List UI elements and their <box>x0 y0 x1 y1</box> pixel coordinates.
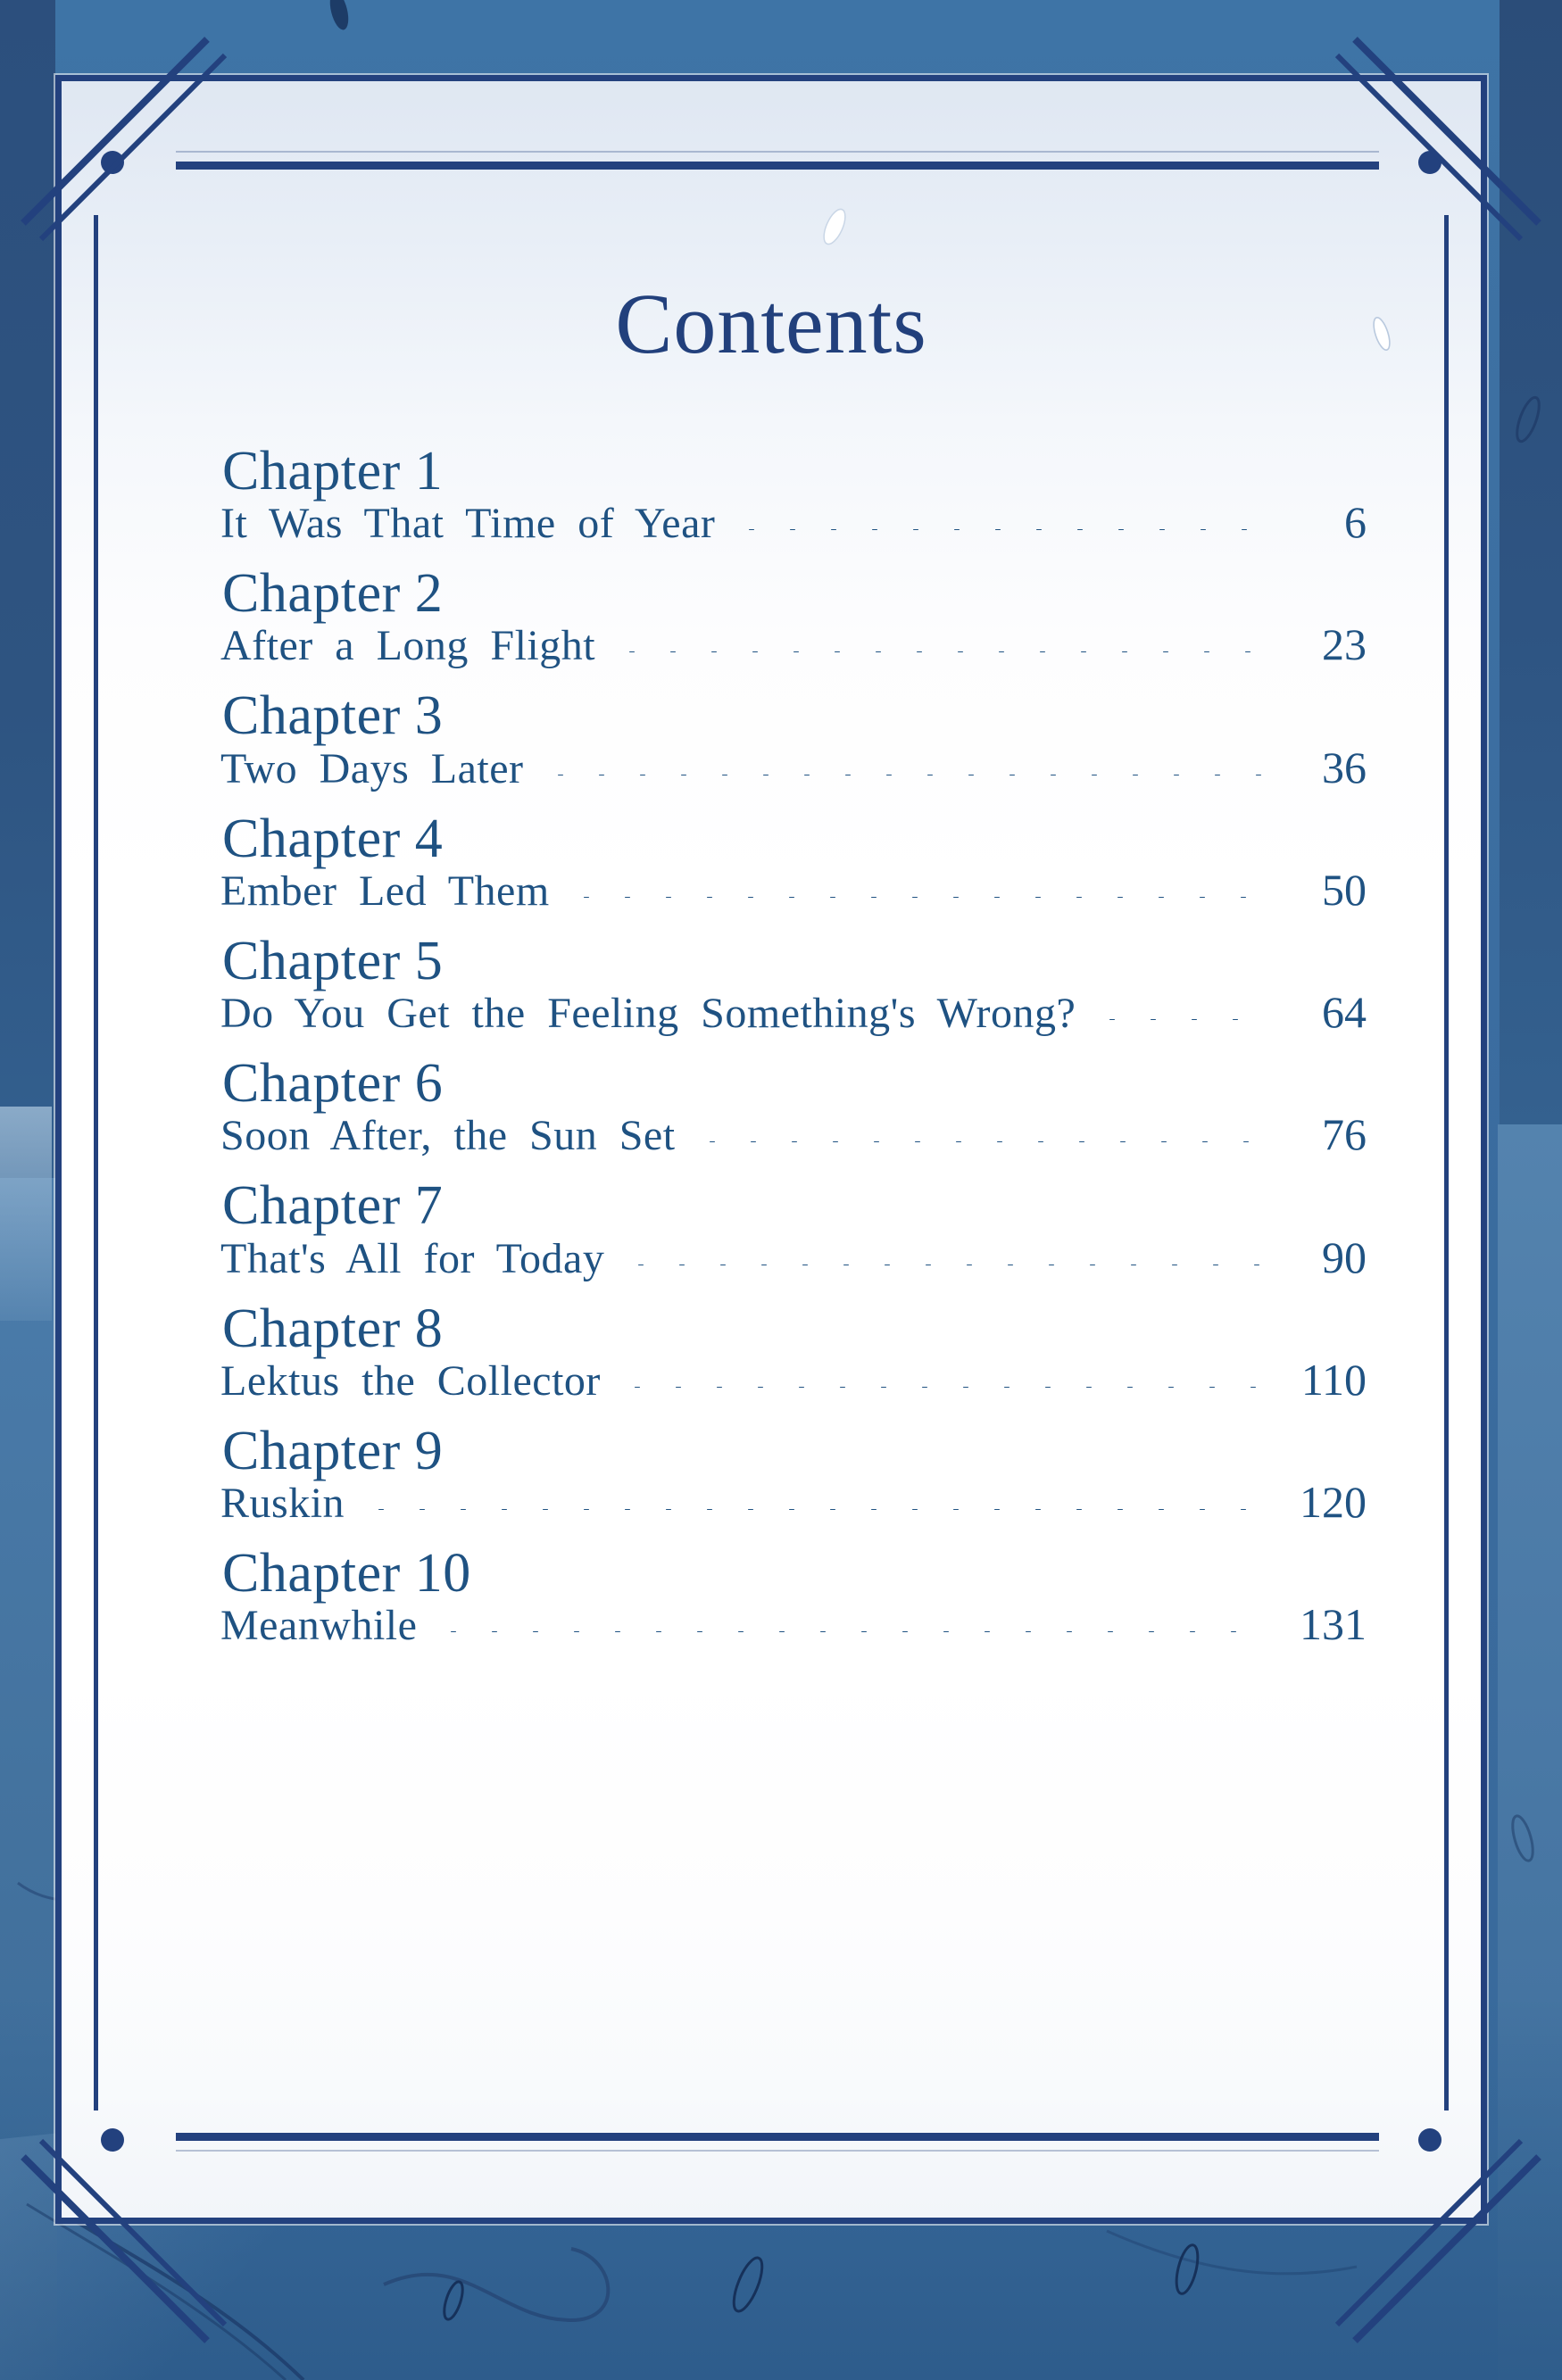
chapter-label: Chapter 2 <box>222 563 444 625</box>
top-hairline <box>176 151 1379 153</box>
chapter-title-row: Meanwhile 131 <box>220 1598 1367 1650</box>
chapter-title-row: Ruskin 120 <box>220 1476 1367 1528</box>
chapter-entry[interactable]: Chapter 3 Two Days Later 36 <box>220 688 1367 792</box>
chapter-label: Chapter 3 <box>222 685 444 747</box>
background-left-highlight <box>0 1107 52 1321</box>
dot-leader <box>433 1631 1268 1633</box>
chapter-subtitle: After a Long Flight <box>220 622 596 670</box>
chapter-subtitle: Two Days Later <box>220 744 524 792</box>
chapter-entry[interactable]: Chapter 8 Lektus the Collector 110 <box>220 1298 1367 1406</box>
contents-card: Contents Chapter 1 It Was That Time of Y… <box>55 75 1487 2224</box>
corner-dot-top-left <box>101 151 124 174</box>
page-number: 110 <box>1300 1354 1367 1405</box>
page-number: 64 <box>1322 987 1367 1038</box>
chapter-subtitle: Do You Get the Feeling Something's Wrong… <box>220 990 1076 1038</box>
chapter-subtitle: Soon After, the Sun Set <box>220 1112 676 1160</box>
chapter-subtitle: Ember Led Them <box>220 867 550 915</box>
chapter-subtitle: Lektus the Collector <box>220 1356 601 1405</box>
chapter-subtitle: Meanwhile <box>220 1602 418 1650</box>
toc-page: Contents Chapter 1 It Was That Time of Y… <box>0 0 1562 2380</box>
chapter-subtitle: That's All for Today <box>220 1234 605 1282</box>
chapter-entry[interactable]: Chapter 6 Soon After, the Sun Set 76 <box>220 1053 1367 1160</box>
page-number: 76 <box>1322 1109 1367 1160</box>
chapter-entry[interactable]: Chapter 5 Do You Get the Feeling Somethi… <box>220 933 1367 1038</box>
chapter-entry[interactable]: Chapter 1 It Was That Time of Year 6 <box>220 441 1367 548</box>
bottom-hairline <box>176 2150 1379 2152</box>
dot-leader <box>611 651 1268 653</box>
background-right-dark-panel <box>1500 0 1562 1124</box>
dot-leader <box>565 896 1268 898</box>
chapter-label: Chapter 10 <box>222 1543 471 1605</box>
chapter-title-row: Lektus the Collector 110 <box>220 1354 1367 1406</box>
corner-dot-bottom-left <box>101 2128 124 2152</box>
page-number: 36 <box>1322 742 1367 792</box>
chapter-title-row: Ember Led Them 50 <box>220 864 1367 916</box>
top-rule <box>176 162 1379 170</box>
chapter-label: Chapter 8 <box>222 1298 444 1359</box>
chapter-subtitle: It Was That Time of Year <box>220 500 716 548</box>
inner-rule-right <box>1444 215 1449 2110</box>
corner-dot-bottom-right <box>1418 2128 1442 2152</box>
chapter-label: Chapter 7 <box>222 1175 444 1237</box>
chapter-title-row: It Was That Time of Year 6 <box>220 496 1367 548</box>
page-number: 90 <box>1322 1231 1367 1282</box>
dot-leader <box>731 529 1268 531</box>
page-number: 23 <box>1322 619 1367 670</box>
bottom-rule <box>176 2133 1379 2141</box>
chapter-title-row: Do You Get the Feeling Something's Wrong… <box>220 986 1367 1038</box>
chapter-label: Chapter 9 <box>222 1420 444 1481</box>
chapter-entry[interactable]: Chapter 9 Ruskin 120 <box>220 1420 1367 1528</box>
corner-dot-top-right <box>1418 151 1442 174</box>
page-number: 131 <box>1300 1599 1367 1650</box>
page-number: 6 <box>1344 497 1367 548</box>
chapter-title-row: That's All for Today 90 <box>220 1231 1367 1283</box>
background-left-dark-panel <box>0 0 55 1178</box>
chapter-entry[interactable]: Chapter 7 That's All for Today 90 <box>220 1178 1367 1282</box>
dot-leader <box>361 1509 1268 1511</box>
chapter-label: Chapter 5 <box>222 930 444 991</box>
chapter-title-row: After a Long Flight 23 <box>220 618 1367 670</box>
chapter-label: Chapter 1 <box>222 441 444 502</box>
chapter-entry[interactable]: Chapter 2 After a Long Flight 23 <box>220 563 1367 670</box>
page-number: 50 <box>1322 864 1367 915</box>
dot-leader <box>691 1141 1268 1143</box>
chapter-label: Chapter 6 <box>222 1053 444 1115</box>
chapter-title-row: Two Days Later 36 <box>220 742 1367 793</box>
chapter-list: Chapter 1 It Was That Time of Year 6 Cha… <box>220 441 1367 1668</box>
chapter-subtitle: Ruskin <box>220 1480 345 1528</box>
dot-leader <box>616 1386 1268 1388</box>
page-title: Contents <box>615 276 927 371</box>
dot-leader <box>1092 1019 1268 1021</box>
page-number: 120 <box>1300 1477 1367 1528</box>
inner-rule-left <box>94 215 98 2110</box>
chapter-title-row: Soon After, the Sun Set 76 <box>220 1108 1367 1160</box>
chapter-label: Chapter 4 <box>222 808 444 869</box>
chapter-entry[interactable]: Chapter 4 Ember Led Them 50 <box>220 808 1367 916</box>
chapter-entry[interactable]: Chapter 10 Meanwhile 131 <box>220 1543 1367 1650</box>
